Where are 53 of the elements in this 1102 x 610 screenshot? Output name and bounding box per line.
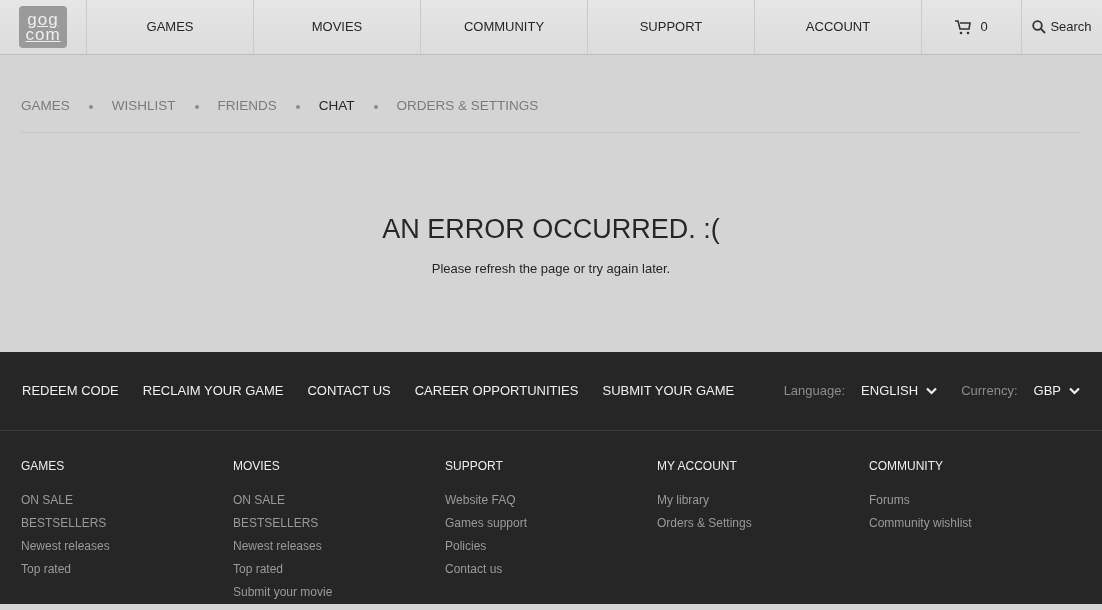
- footer-link[interactable]: Newest releases: [233, 535, 445, 558]
- currency-label: Currency:: [961, 382, 1018, 401]
- search-button[interactable]: Search: [1032, 17, 1092, 37]
- nav-link[interactable]: SUPPORT: [588, 0, 755, 54]
- cart-button[interactable]: 0: [955, 17, 988, 37]
- nav-link[interactable]: MOVIES: [254, 0, 421, 54]
- currency-dropdown[interactable]: GBP: [1033, 381, 1080, 401]
- search-icon: [1032, 20, 1047, 34]
- footer-heading: MY ACCOUNT: [657, 458, 738, 475]
- account-tab[interactable]: WISHLIST: [111, 96, 176, 117]
- footer-link[interactable]: ON SALE: [21, 489, 233, 512]
- footer-heading: COMMUNITY: [869, 458, 944, 475]
- language-dropdown[interactable]: ENGLISH: [861, 381, 938, 401]
- footer-link[interactable]: Contact us: [445, 558, 657, 581]
- footer-link[interactable]: Top rated: [21, 558, 233, 581]
- chevron-down-icon: [926, 387, 938, 395]
- footer-link[interactable]: REDEEM CODE: [22, 381, 119, 401]
- footer-heading: SUPPORT: [445, 458, 504, 475]
- footer-link[interactable]: RECLAIM YOUR GAME: [142, 381, 284, 401]
- footer-heading: GAMES: [21, 458, 66, 475]
- footer-link[interactable]: Website FAQ: [445, 489, 657, 512]
- footer-heading: MOVIES: [233, 458, 281, 475]
- nav-link[interactable]: GAMES: [87, 0, 254, 54]
- footer-link[interactable]: Policies: [445, 535, 657, 558]
- language-label: Language:: [783, 382, 846, 401]
- footer-link[interactable]: Top rated: [233, 558, 445, 581]
- separator-dot: [373, 104, 378, 109]
- separator-dot: [88, 104, 93, 109]
- footer-link[interactable]: ON SALE: [233, 489, 445, 512]
- error-message: Please refresh the page or try again later.: [430, 260, 672, 279]
- footer-link[interactable]: Newest releases: [21, 535, 233, 558]
- footer-link[interactable]: CONTACT US: [307, 381, 391, 401]
- footer-link[interactable]: Orders & Settings: [657, 512, 869, 535]
- footer-link[interactable]: BESTSELLERS: [21, 512, 233, 535]
- cart-icon: [955, 19, 973, 35]
- account-tab[interactable]: CHAT: [318, 96, 355, 117]
- separator-dot: [295, 104, 300, 109]
- nav-link[interactable]: COMMUNITY: [421, 0, 588, 54]
- footer-link[interactable]: SUBMIT YOUR GAME: [602, 381, 735, 401]
- footer-link[interactable]: Community wishlist: [869, 512, 1081, 535]
- nav-link[interactable]: ACCOUNT: [755, 0, 922, 54]
- chevron-down-icon: [1069, 387, 1080, 395]
- account-tab[interactable]: ORDERS & SETTINGS: [396, 96, 539, 117]
- footer-link[interactable]: Games support: [445, 512, 657, 535]
- separator-dot: [194, 104, 199, 109]
- footer-link[interactable]: Submit your movie: [233, 581, 445, 604]
- error-title: AN ERROR OCCURRED. :(: [381, 213, 721, 246]
- footer-link[interactable]: CAREER OPPORTUNITIES: [414, 381, 579, 401]
- footer-link[interactable]: BESTSELLERS: [233, 512, 445, 535]
- footer-link[interactable]: My library: [657, 489, 869, 512]
- account-tab[interactable]: GAMES: [21, 96, 70, 117]
- account-tab[interactable]: FRIENDS: [217, 96, 277, 117]
- footer-link[interactable]: Forums: [869, 489, 1081, 512]
